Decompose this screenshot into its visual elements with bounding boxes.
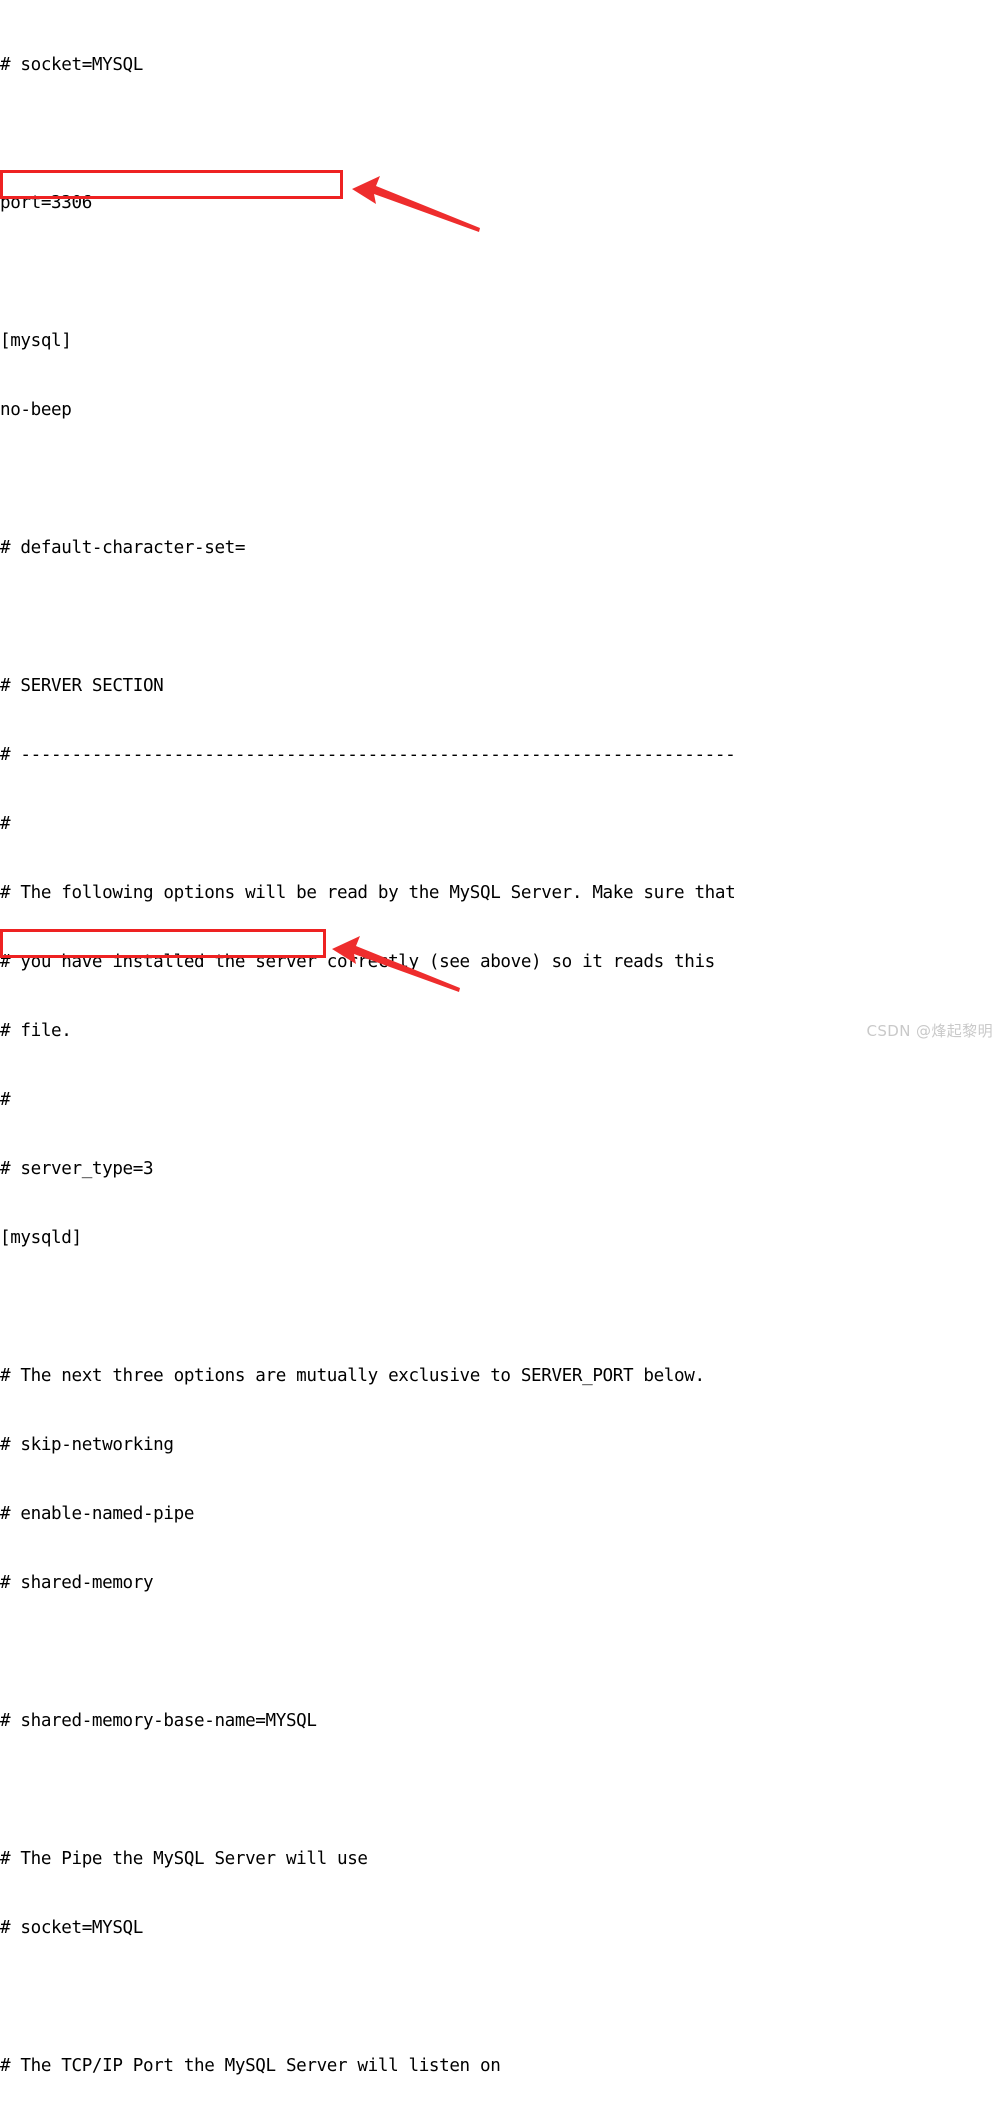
code-line: # server_type=3 bbox=[0, 1159, 154, 1179]
code-line: no-beep bbox=[0, 400, 72, 420]
code-line: # bbox=[0, 1090, 11, 1110]
code-line: # file. bbox=[0, 1021, 72, 1041]
code-line: # The Pipe the MySQL Server will use bbox=[0, 1849, 368, 1869]
code-line: # The next three options are mutually ex… bbox=[0, 1366, 705, 1386]
code-line: # skip-networking bbox=[0, 1435, 174, 1455]
code-line: # The following options will be read by … bbox=[0, 883, 736, 903]
code-line: [mysql] bbox=[0, 331, 72, 351]
code-line: port=3306 bbox=[0, 193, 92, 213]
code-line: # you have installed the server correctl… bbox=[0, 952, 715, 972]
code-line: # shared-memory bbox=[0, 1573, 154, 1593]
code-line-separator: # --------------------------------------… bbox=[0, 745, 736, 765]
code-line-section-mysqld: [mysqld] bbox=[0, 1228, 82, 1248]
code-line: # socket=MYSQL bbox=[0, 1918, 143, 1938]
code-line-default-character-set: # default-character-set= bbox=[0, 538, 246, 558]
code-line: # SERVER SECTION bbox=[0, 676, 164, 696]
code-line: # bbox=[0, 814, 11, 834]
code-line: # socket=MYSQL bbox=[0, 55, 143, 75]
csdn-watermark: CSDN @烽起黎明 bbox=[866, 1022, 993, 1040]
config-file-text[interactable]: # socket=MYSQL port=3306 [mysql] no-beep… bbox=[0, 8, 1007, 2102]
text-editor-pane[interactable]: # socket=MYSQL port=3306 [mysql] no-beep… bbox=[0, 0, 1007, 2076]
code-line: # shared-memory-base-name=MYSQL bbox=[0, 1711, 317, 1731]
code-line: # enable-named-pipe bbox=[0, 1504, 195, 1524]
code-line: # The TCP/IP Port the MySQL Server will … bbox=[0, 2056, 501, 2076]
